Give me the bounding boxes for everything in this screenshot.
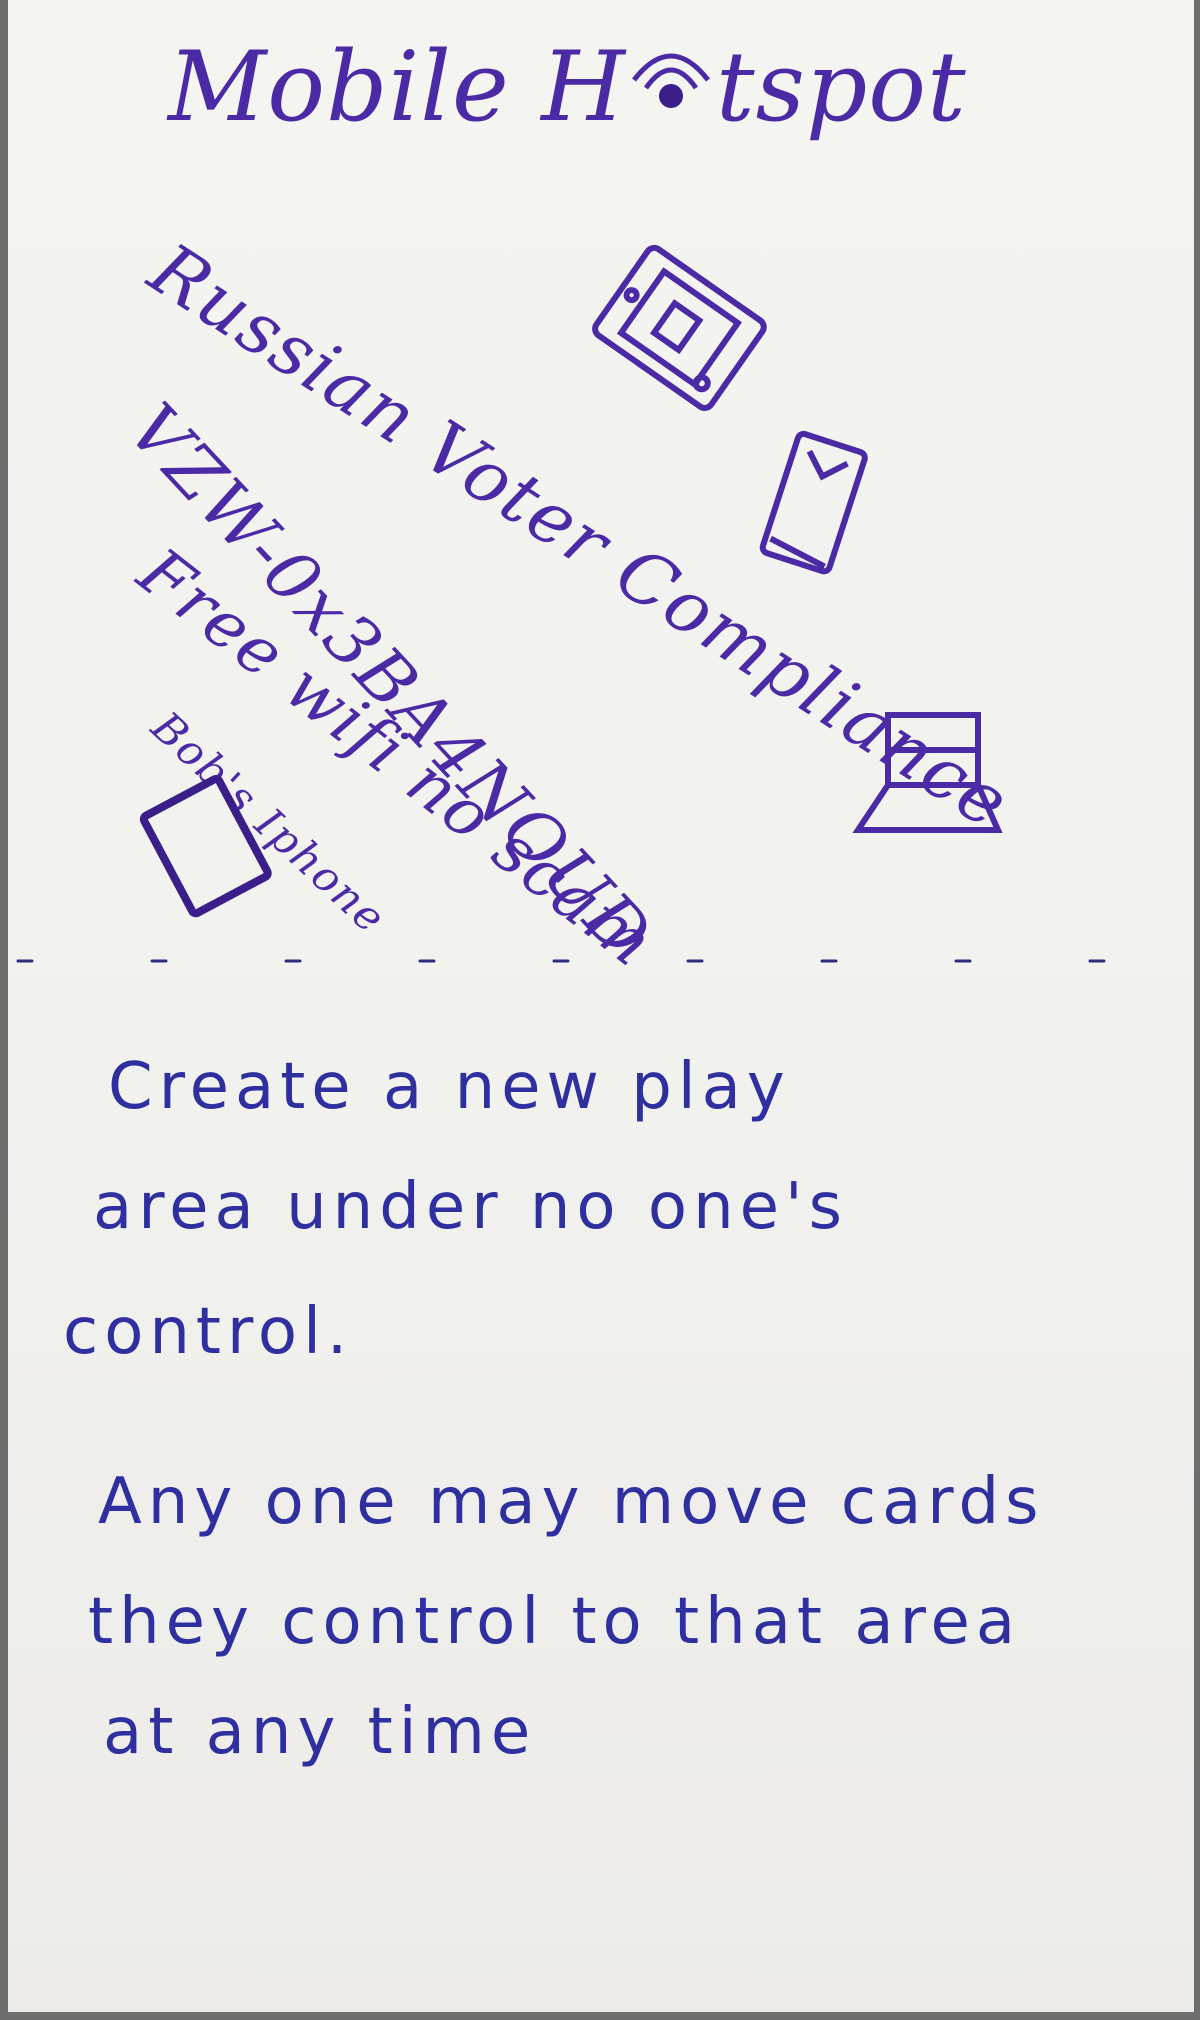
- tablet-icon: [592, 244, 767, 411]
- title-part-1: Mobile H: [168, 31, 626, 143]
- rules-line-5: they control to that area: [88, 1585, 1022, 1659]
- rules-line-4: Any one may move cards: [98, 1465, 1045, 1539]
- phone-icon: [139, 775, 272, 918]
- rules-line-2: area under no one's: [93, 1170, 848, 1244]
- title-part-2: tspot: [716, 31, 967, 143]
- wifi-hotspot-icon: [626, 30, 716, 120]
- hand-drawn-card: Mobile H tspot Russian Voter Compliance …: [8, 0, 1194, 2012]
- rules-line-1: Create a new play: [108, 1050, 791, 1124]
- rules-line-3: control.: [63, 1295, 354, 1369]
- laptop-icon: [852, 712, 1003, 833]
- phone-icon: [759, 430, 868, 575]
- rules-line-6: at any time: [103, 1695, 537, 1769]
- card-title: Mobile H tspot: [168, 30, 967, 135]
- divider: [16, 959, 1190, 963]
